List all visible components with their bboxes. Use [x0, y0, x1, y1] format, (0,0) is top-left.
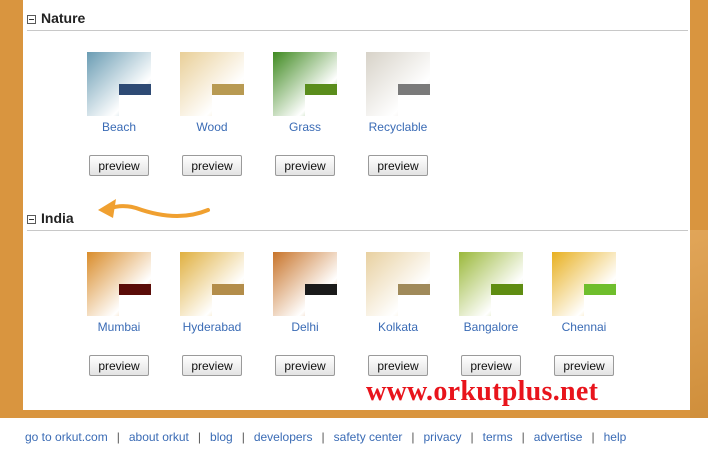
- color-swatch: [212, 284, 244, 316]
- theme-name-link[interactable]: Delhi: [265, 320, 345, 334]
- color-swatch: [212, 84, 244, 116]
- theme-thumbnail[interactable]: [180, 52, 244, 116]
- preview-button[interactable]: preview: [275, 155, 335, 176]
- theme-name-link[interactable]: Mumbai: [79, 320, 159, 334]
- theme-wood: Wood: [172, 52, 252, 134]
- preview-button[interactable]: preview: [182, 155, 242, 176]
- preview-button[interactable]: preview: [89, 355, 149, 376]
- theme-name-link[interactable]: Bangalore: [451, 320, 531, 334]
- footer-link-developers[interactable]: developers: [254, 430, 313, 444]
- collapse-icon[interactable]: [27, 15, 36, 24]
- footer-links: go to orkut.com | about orkut | blog | develop…: [25, 430, 626, 444]
- theme-name-link[interactable]: Recyclable: [358, 120, 438, 134]
- theme-thumbnail[interactable]: [366, 252, 430, 316]
- footer-link-blog[interactable]: blog: [210, 430, 233, 444]
- theme-beach: Beach: [79, 52, 159, 134]
- footer-link-help[interactable]: help: [604, 430, 627, 444]
- theme-chennai: Chennai: [544, 252, 624, 334]
- footer: go to orkut.com | about orkut | blog | develop…: [0, 418, 708, 461]
- theme-bangalore: Bangalore: [451, 252, 531, 334]
- separator: |: [411, 430, 415, 444]
- theme-thumbnail[interactable]: [87, 52, 151, 116]
- arrow-icon: [98, 199, 210, 218]
- color-swatch: [305, 84, 337, 116]
- section-title: Nature: [41, 10, 86, 26]
- footer-link-privacy[interactable]: privacy: [424, 430, 462, 444]
- color-swatch: [305, 284, 337, 316]
- theme-name-link[interactable]: Hyderabad: [172, 320, 252, 334]
- separator: |: [470, 430, 474, 444]
- preview-button[interactable]: preview: [554, 355, 614, 376]
- preview-button[interactable]: preview: [182, 355, 242, 376]
- theme-name-link[interactable]: Kolkata: [358, 320, 438, 334]
- color-swatch: [119, 284, 151, 316]
- color-swatch: [398, 84, 430, 116]
- theme-name-link[interactable]: Wood: [172, 120, 252, 134]
- section-header-nature[interactable]: Nature: [27, 10, 688, 31]
- color-swatch: [119, 84, 151, 116]
- separator: |: [321, 430, 325, 444]
- color-swatch: [584, 284, 616, 316]
- theme-mumbai: Mumbai: [79, 252, 159, 334]
- theme-name-link[interactable]: Grass: [265, 120, 345, 134]
- footer-link-about-orkut[interactable]: about orkut: [129, 430, 189, 444]
- theme-name-link[interactable]: Beach: [79, 120, 159, 134]
- theme-recyclable: Recyclable: [358, 52, 438, 134]
- theme-thumbnail[interactable]: [552, 252, 616, 316]
- section-title: India: [41, 210, 74, 226]
- separator: |: [521, 430, 525, 444]
- separator: |: [591, 430, 595, 444]
- footer-link-terms[interactable]: terms: [483, 430, 513, 444]
- preview-button[interactable]: preview: [275, 355, 335, 376]
- separator: |: [197, 430, 202, 444]
- theme-thumbnail[interactable]: [366, 52, 430, 116]
- theme-thumbnail[interactable]: [273, 52, 337, 116]
- theme-name-link[interactable]: Chennai: [544, 320, 624, 334]
- theme-thumbnail[interactable]: [180, 252, 244, 316]
- theme-thumbnail[interactable]: [459, 252, 523, 316]
- preview-button[interactable]: preview: [89, 155, 149, 176]
- preview-button[interactable]: preview: [461, 355, 521, 376]
- color-swatch: [491, 284, 523, 316]
- collapse-icon[interactable]: [27, 215, 36, 224]
- theme-delhi: Delhi: [265, 252, 345, 334]
- footer-link-go-to-orkut-com[interactable]: go to orkut.com: [25, 430, 108, 444]
- separator: |: [116, 430, 120, 444]
- theme-grass: Grass: [265, 52, 345, 134]
- color-swatch: [398, 284, 430, 316]
- theme-kolkata: Kolkata: [358, 252, 438, 334]
- theme-thumbnail[interactable]: [87, 252, 151, 316]
- watermark-text: www.orkutplus.net: [366, 376, 599, 407]
- preview-button[interactable]: preview: [368, 355, 428, 376]
- theme-hyderabad: Hyderabad: [172, 252, 252, 334]
- footer-link-safety-center[interactable]: safety center: [334, 430, 403, 444]
- footer-link-advertise[interactable]: advertise: [534, 430, 583, 444]
- separator: |: [241, 430, 245, 444]
- theme-thumbnail[interactable]: [273, 252, 337, 316]
- preview-button[interactable]: preview: [368, 155, 428, 176]
